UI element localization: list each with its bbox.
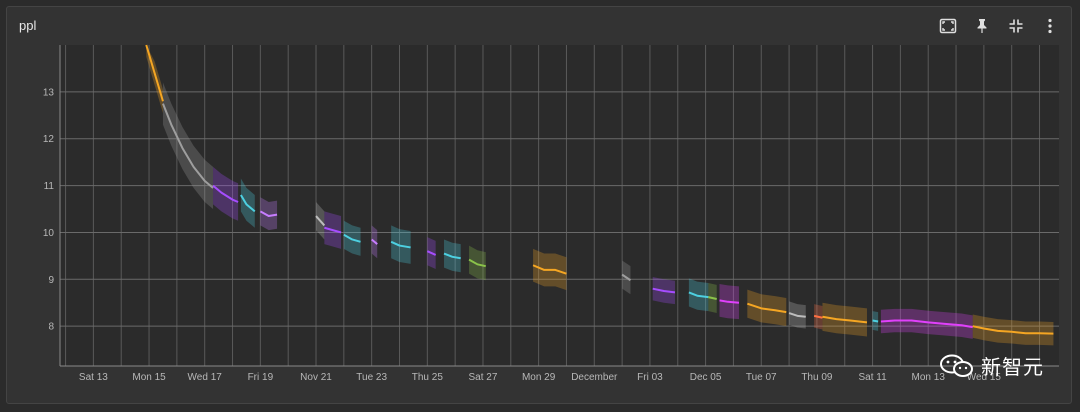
y-tick-label: 10 [43,228,55,239]
watermark-text: 新智元 [981,355,1044,379]
x-tick-label: Mon 29 [522,372,556,383]
x-tick-label: Dec 05 [690,372,722,383]
x-tick-label: Thu 09 [801,372,833,383]
y-tick-label: 13 [43,87,55,98]
x-tick-label: Nov 21 [300,372,332,383]
x-tick-label: Fri 03 [637,372,663,383]
series-line [872,319,879,323]
y-axis-ticks: 8 9 10 11 12 13 [43,87,55,332]
wechat-icon [940,354,973,377]
x-tick-label: Sat 11 [858,372,887,383]
y-tick-label: 12 [43,134,55,145]
x-tick-label: Sat 13 [79,372,108,383]
x-tick-label: Sat 27 [469,372,498,383]
series-band [688,278,709,312]
y-tick-label: 8 [48,322,54,333]
y-tick-label: 9 [48,275,54,286]
x-axis-ticks: Sat 13 Mon 15 Wed 17 Fri 19 Nov 21 Tue 23 Thu … [79,372,1002,383]
ppl-line-chart: 8 9 10 11 12 13 Sat 13 Mon 15 Wed 17 Fri 19 Nov 2… [43,44,1059,383]
x-tick-label: Tue 07 [746,372,777,383]
watermark: 新智元 [939,351,1044,380]
x-tick-label: December [571,372,618,383]
y-tick-label: 11 [44,181,55,192]
x-tick-label: Tue 23 [356,372,387,383]
x-tick-label: Mon 15 [132,372,166,383]
x-tick-label: Thu 25 [412,372,444,383]
x-tick-label: Wed 17 [188,372,223,383]
x-tick-label: Fri 19 [248,372,274,383]
series-band [391,225,411,264]
